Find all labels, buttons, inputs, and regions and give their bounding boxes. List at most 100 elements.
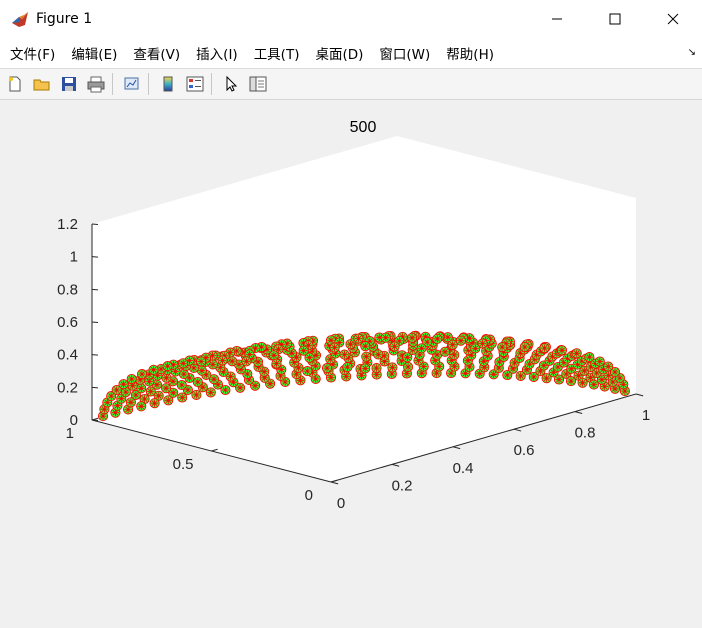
point-asterisk	[573, 349, 581, 357]
maximize-icon	[609, 13, 621, 25]
data-point	[196, 356, 207, 367]
link-plot-button[interactable]	[120, 72, 144, 96]
data-point	[342, 362, 353, 373]
figure-canvas[interactable]: 0 0.2 0.4 0.6 0.8 1 0 0.5 1 0 0.2 0.4 0.6 0.8 1 1.2 500	[0, 100, 702, 628]
scatter3d-chart: 00.20.40.60.8100.5100.20.40.60.811.2 500	[57, 119, 650, 512]
data-point	[191, 389, 202, 400]
save-button[interactable]	[57, 72, 81, 96]
window-title: Figure 1	[36, 11, 93, 27]
data-point	[241, 356, 252, 367]
point-asterisk	[343, 363, 351, 371]
property-inspector-button[interactable]	[246, 72, 270, 96]
maximize-button[interactable]	[586, 0, 644, 38]
data-point	[192, 376, 203, 388]
data-point	[271, 358, 282, 369]
data-point	[407, 332, 418, 343]
z-tick-label: 0.2	[57, 379, 78, 396]
minimize-icon	[552, 18, 562, 20]
z-tick-label: 1	[70, 249, 78, 266]
data-point	[402, 352, 413, 363]
minimize-button[interactable]	[528, 0, 586, 38]
point-asterisk	[611, 368, 619, 376]
z-tick	[91, 354, 99, 356]
z-tick	[91, 419, 99, 421]
data-point	[603, 361, 614, 372]
data-point	[571, 348, 582, 359]
data-point	[149, 398, 160, 409]
z-tick-label: 1.2	[57, 216, 78, 233]
data-point	[178, 369, 189, 380]
data-point	[519, 341, 530, 353]
z-tick	[91, 288, 99, 291]
point-asterisk	[391, 342, 399, 350]
close-button[interactable]	[644, 0, 702, 38]
menu-tools[interactable]: 工具(T)	[254, 43, 300, 63]
menu-edit[interactable]: 编辑(E)	[71, 43, 117, 63]
data-point	[373, 349, 384, 360]
new-figure-button[interactable]	[3, 72, 27, 96]
save-icon	[62, 77, 76, 91]
x-tick	[330, 481, 339, 485]
open-file-button[interactable]	[30, 72, 54, 96]
data-point	[118, 379, 129, 390]
point-asterisk	[578, 379, 587, 387]
print-button[interactable]	[84, 72, 108, 96]
matlab-logo-icon	[12, 12, 28, 27]
window-controls	[528, 0, 702, 38]
z-tick	[91, 321, 99, 323]
data-point	[161, 383, 172, 394]
point-asterisk	[331, 344, 339, 352]
data-point	[588, 379, 599, 390]
toolbar-separator	[112, 73, 113, 95]
data-point	[439, 346, 451, 357]
data-point	[268, 350, 279, 361]
data-point	[177, 392, 188, 403]
data-point	[217, 355, 228, 366]
point-asterisk	[270, 351, 278, 359]
x-tick-label: 1	[642, 407, 650, 424]
menu-view[interactable]: 查看(V)	[133, 43, 180, 63]
data-point	[304, 352, 315, 363]
data-point	[321, 363, 333, 374]
data-point	[556, 345, 568, 356]
point-asterisk	[418, 344, 426, 352]
colorbar-button[interactable]	[156, 72, 180, 96]
pointer-button[interactable]	[219, 72, 243, 96]
point-asterisk	[164, 362, 172, 370]
x-tick-label: 0.2	[392, 477, 413, 494]
z-tick-label: 0.8	[57, 281, 78, 298]
legend-button[interactable]	[183, 72, 207, 96]
toolbar-separator	[148, 73, 149, 95]
chart-title: 500	[350, 119, 377, 136]
point-asterisk	[567, 377, 575, 385]
pointer-icon	[226, 75, 238, 92]
data-point	[432, 333, 443, 344]
data-point	[360, 341, 371, 352]
point-asterisk	[542, 374, 551, 382]
z-tick	[91, 386, 99, 389]
point-asterisk	[558, 346, 566, 354]
menu-file[interactable]: 文件(F)	[10, 43, 55, 63]
menu-insert[interactable]: 插入(I)	[196, 43, 238, 63]
point-asterisk	[192, 391, 200, 399]
data-point	[176, 379, 187, 391]
data-point	[162, 361, 173, 372]
data-point	[178, 358, 189, 369]
menu-help[interactable]: 帮助(H)	[446, 43, 494, 63]
y-tick-label: 0	[305, 487, 313, 504]
point-asterisk	[457, 337, 465, 345]
x-tick	[574, 411, 583, 414]
point-asterisk	[540, 344, 549, 352]
point-asterisk	[530, 373, 538, 381]
point-asterisk	[555, 375, 563, 384]
point-asterisk	[517, 372, 525, 380]
point-asterisk	[590, 381, 598, 389]
dock-arrow-icon[interactable]: ↘	[688, 47, 696, 58]
menu-desktop[interactable]: 桌面(D)	[315, 43, 363, 63]
data-point	[387, 362, 398, 373]
data-point	[389, 341, 400, 352]
data-point	[329, 342, 340, 353]
menu-window[interactable]: 窗口(W)	[379, 43, 430, 63]
toolbar	[0, 69, 702, 100]
data-point	[361, 351, 372, 362]
